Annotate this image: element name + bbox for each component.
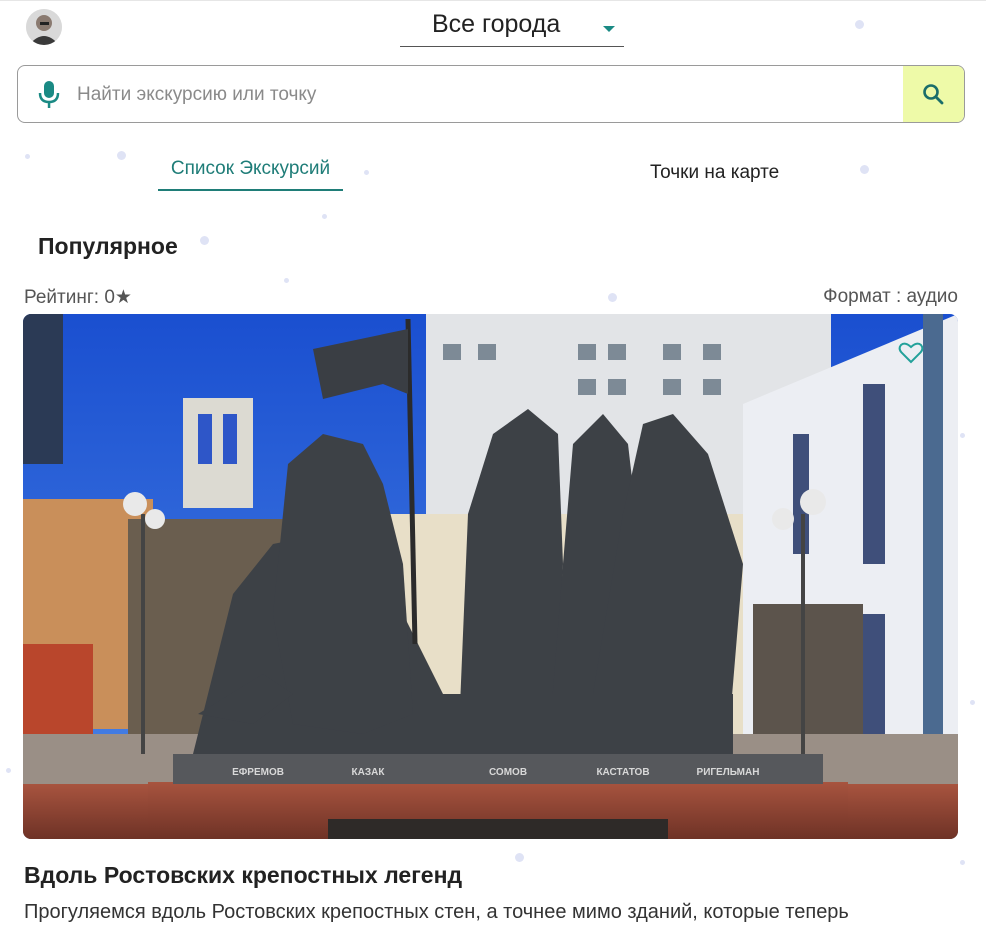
statue-name-label: РИГЕЛЬМАН [697,767,760,778]
tab-excursions-list[interactable]: Список Экскурсий [158,158,343,191]
excursion-description: Прогуляемся вдоль Ростовских крепостных … [24,901,849,923]
section-title-popular: Популярное [38,233,178,259]
top-divider [0,0,986,1]
rating-label: Рейтинг: 0★ [24,287,132,308]
snow-dot [322,214,327,219]
city-selector[interactable]: Все города [400,6,624,47]
excursion-title[interactable]: Вдоль Ростовских крепостных легенд [24,862,462,889]
snow-dot [960,433,965,438]
snow-dot [960,860,965,865]
tab-map-points[interactable]: Точки на карте [650,162,779,184]
search-icon [923,84,944,105]
snow-dot [200,236,209,245]
statue-name-label: КАЗАК [352,767,386,778]
monument-photo: ЕФРЕМОВ КАЗАК СОМОВ КАСТАТОВ РИГЕЛЬМАН [23,314,958,839]
statue-name-label: КАСТАТОВ [596,767,649,778]
snow-dot [860,165,869,174]
user-avatar-icon [26,9,62,45]
search-input[interactable] [75,78,899,112]
snow-dot [6,768,11,773]
statue-name-label: СОМОВ [489,767,527,778]
snow-dot [364,170,369,175]
dropdown-caret-icon [603,26,615,32]
format-label: Формат : аудио [823,286,958,307]
search-button[interactable] [903,66,964,122]
search-bar [17,65,965,123]
snow-dot [970,700,975,705]
snow-dot [855,20,864,29]
snow-dot [25,154,30,159]
user-avatar[interactable] [26,9,62,45]
snow-dot [608,293,617,302]
statue-name-label: ЕФРЕМОВ [232,767,284,778]
excursion-card-image[interactable]: ЕФРЕМОВ КАЗАК СОМОВ КАСТАТОВ РИГЕЛЬМАН [23,314,958,839]
microphone-icon[interactable] [38,80,60,110]
snow-dot [284,278,289,283]
heart-outline-icon[interactable] [898,341,924,365]
snow-dot [117,151,126,160]
snow-dot [515,853,524,862]
city-selector-value: Все города [432,10,561,38]
